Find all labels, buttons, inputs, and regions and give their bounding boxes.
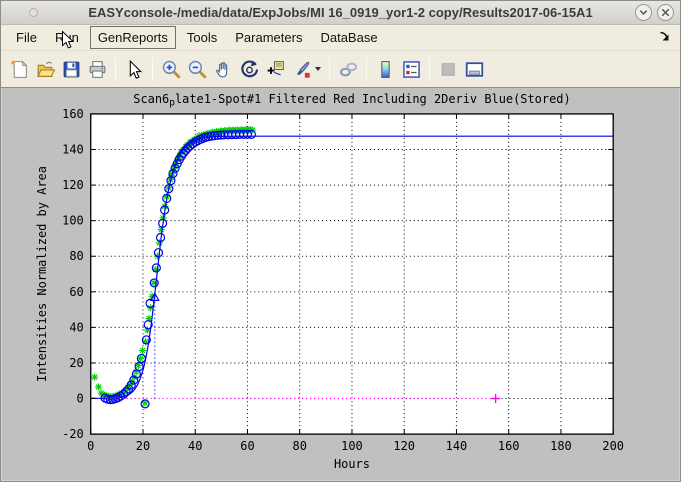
print-icon — [87, 59, 108, 80]
figure-area: 020406080100120140160180200-200204060801… — [1, 88, 680, 481]
toolbar-separator — [152, 57, 153, 81]
save-icon — [61, 59, 82, 80]
open-file-icon — [35, 59, 56, 80]
save-button[interactable] — [58, 56, 84, 82]
svg-text:140: 140 — [62, 142, 84, 156]
y-axis-label: Intensities Normalized by Area — [35, 166, 49, 382]
toolbar-separator — [329, 57, 330, 81]
window-menu-icon[interactable] — [29, 8, 38, 17]
hide-plot-tools-icon — [438, 59, 459, 80]
svg-text:80: 80 — [293, 439, 307, 453]
svg-text:200: 200 — [602, 439, 624, 453]
titlebar[interactable]: EASYconsole-/media/data/ExpJobs/MI 16_09… — [1, 1, 680, 25]
pan-icon — [213, 59, 234, 80]
insert-legend-button[interactable] — [398, 56, 424, 82]
print-button[interactable] — [84, 56, 110, 82]
svg-text:160: 160 — [498, 439, 520, 453]
svg-text:20: 20 — [136, 439, 150, 453]
zoom-out-button[interactable] — [184, 56, 210, 82]
pan-button[interactable] — [210, 56, 236, 82]
svg-text:120: 120 — [393, 439, 415, 453]
svg-text:100: 100 — [62, 214, 84, 228]
toolbar-separator — [429, 57, 430, 81]
menu-item-database[interactable]: DataBase — [313, 27, 384, 48]
zoom-in-button[interactable] — [158, 56, 184, 82]
insert-legend-icon — [401, 59, 422, 80]
brush-icon — [291, 59, 312, 80]
menu-item-run[interactable]: Run — [48, 27, 86, 48]
data-cursor-button[interactable] — [262, 56, 288, 82]
brush-dropdown-caret[interactable] — [315, 67, 321, 71]
zoom-out-icon — [187, 59, 208, 80]
link-plot-button[interactable] — [335, 56, 361, 82]
rotate-3d-icon — [239, 59, 260, 80]
x-axis-label: Hours — [334, 457, 370, 471]
show-plot-tools-icon — [464, 59, 485, 80]
new-file-button[interactable] — [6, 56, 32, 82]
svg-text:80: 80 — [69, 249, 83, 263]
zoom-in-icon — [161, 59, 182, 80]
insert-colorbar-button[interactable] — [372, 56, 398, 82]
svg-text:20: 20 — [69, 356, 83, 370]
show-plot-tools-button[interactable] — [461, 56, 487, 82]
svg-text:40: 40 — [69, 320, 83, 334]
svg-text:100: 100 — [341, 439, 363, 453]
svg-text:140: 140 — [446, 439, 468, 453]
chevron-down-icon — [636, 5, 651, 20]
dock-figure-arrow-icon[interactable] — [658, 30, 672, 44]
app-window: EASYconsole-/media/data/ExpJobs/MI 16_09… — [0, 0, 681, 482]
plot-canvas[interactable]: 020406080100120140160180200-200204060801… — [2, 88, 679, 480]
window-controls — [635, 4, 674, 21]
window-title: EASYconsole-/media/data/ExpJobs/MI 16_09… — [1, 5, 680, 20]
pointer-icon — [124, 59, 145, 80]
svg-text:0: 0 — [77, 392, 84, 406]
toolbar-separator — [366, 57, 367, 81]
svg-text:0: 0 — [87, 439, 94, 453]
svg-text:160: 160 — [62, 107, 84, 121]
toolbar — [1, 51, 680, 88]
toolbar-separator — [115, 57, 116, 81]
svg-text:180: 180 — [550, 439, 572, 453]
brush-button[interactable] — [288, 56, 314, 82]
menu-item-tools[interactable]: Tools — [180, 27, 224, 48]
new-file-icon — [9, 59, 30, 80]
svg-text:40: 40 — [188, 439, 202, 453]
menubar: FileRunGenReportsToolsParametersDataBase — [1, 25, 680, 51]
menu-item-parameters[interactable]: Parameters — [228, 27, 309, 48]
pointer-button[interactable] — [121, 56, 147, 82]
shade-button[interactable] — [635, 4, 652, 21]
rotate-3d-button[interactable] — [236, 56, 262, 82]
svg-text:120: 120 — [62, 178, 84, 192]
close-icon — [658, 5, 673, 20]
svg-text:60: 60 — [240, 439, 254, 453]
link-plot-icon — [338, 59, 359, 80]
insert-colorbar-icon — [375, 59, 396, 80]
open-file-button[interactable] — [32, 56, 58, 82]
close-button[interactable] — [657, 4, 674, 21]
menu-item-genreports[interactable]: GenReports — [90, 26, 176, 49]
menu-item-file[interactable]: File — [9, 27, 44, 48]
chart-title: Scan6plate1-Spot#1 Filtered Red Includin… — [133, 92, 570, 108]
data-cursor-icon — [265, 59, 286, 80]
svg-text:-20: -20 — [62, 427, 84, 441]
hide-plot-tools-button — [435, 56, 461, 82]
svg-text:60: 60 — [69, 285, 83, 299]
